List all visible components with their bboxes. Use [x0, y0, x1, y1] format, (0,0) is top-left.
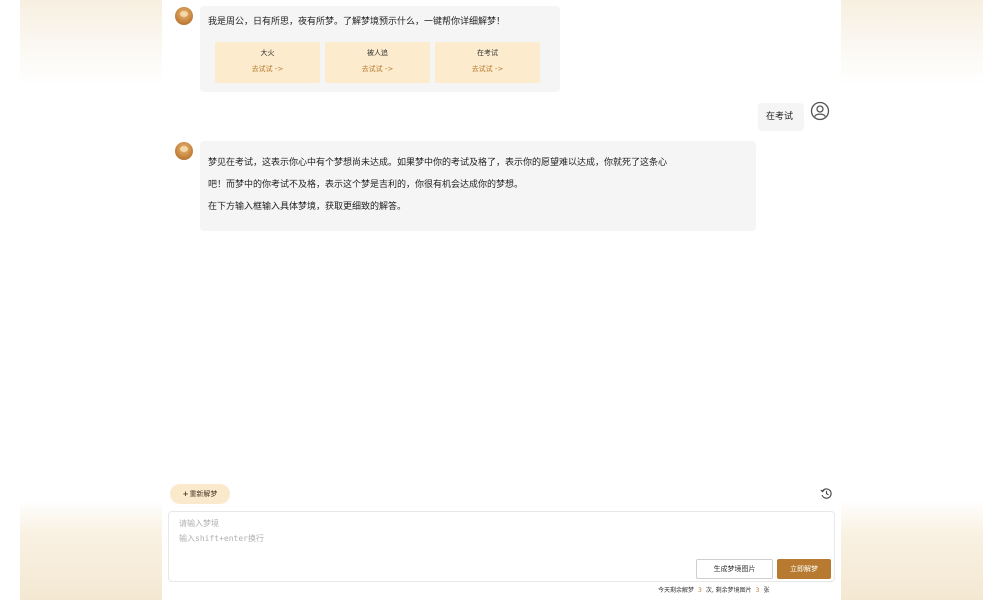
- reply-line: 吧！而梦中的你考试不及格，表示这个梦是吉利的，你很有机会达成你的梦想。: [208, 180, 524, 190]
- suggestion-title: 被人追: [367, 49, 388, 57]
- generate-image-button[interactable]: 生成梦境图片: [696, 559, 773, 579]
- dream-input-box: 生成梦境图片 立即解梦: [168, 511, 835, 582]
- suggestion-try-link: 去试试 ->: [361, 65, 394, 73]
- dream-count: 3: [698, 587, 702, 594]
- suggestion-title: 大火: [260, 49, 275, 57]
- history-icon[interactable]: [820, 487, 833, 500]
- user-message-bubble: 在考试: [758, 103, 804, 131]
- new-dream-label: 重新解梦: [189, 490, 218, 498]
- dream-input[interactable]: [179, 516, 679, 552]
- new-dream-button[interactable]: +重新解梦: [170, 484, 230, 504]
- bot-message-bubble: 我是周公，日有所思，夜有所梦。了解梦境预示什么，一键帮你详细解梦！ 大火 去试试…: [200, 6, 560, 92]
- suggestion-try-link: 去试试 ->: [471, 65, 504, 73]
- left-background-band: [20, 0, 162, 600]
- suggestion-try-link: 去试试 ->: [251, 65, 284, 73]
- bot-reply-bubble: 梦见在考试，这表示你心中有个梦想尚未达成。如果梦中你的考试及格了，表示你的愿望难…: [200, 141, 756, 231]
- user-avatar-icon: [810, 101, 830, 121]
- quota-middle: 次, 剩余梦境图片: [705, 587, 752, 594]
- reply-line: 在下方输入框输入具体梦境，获取更细致的解答。: [208, 202, 407, 212]
- bot-avatar: [175, 142, 193, 160]
- suggestion-chip[interactable]: 在考试 去试试 ->: [435, 42, 540, 83]
- quota-suffix: 张: [763, 587, 770, 594]
- quota-prefix: 今天剩余解梦: [658, 587, 695, 594]
- welcome-text: 我是周公，日有所思，夜有所梦。了解梦境预示什么，一键帮你详细解梦！: [208, 17, 506, 27]
- page: 我是周公，日有所思，夜有所梦。了解梦境预示什么，一键帮你详细解梦！ 大火 去试试…: [0, 0, 1000, 600]
- bot-avatar: [175, 7, 193, 25]
- right-background-band: [841, 0, 983, 600]
- image-count: 3: [755, 587, 760, 594]
- suggestion-title: 在考试: [477, 49, 498, 57]
- suggestion-chip[interactable]: 大火 去试试 ->: [215, 42, 320, 83]
- plus-icon: +: [182, 490, 189, 498]
- reply-line: 梦见在考试，这表示你心中有个梦想尚未达成。如果梦中你的考试及格了，表示你的愿望难…: [208, 158, 668, 168]
- quota-status: 今天剩余解梦 3 次, 剩余梦境图片 3 张: [658, 586, 770, 596]
- user-message-text: 在考试: [766, 112, 794, 122]
- suggestion-chip[interactable]: 被人追 去试试 ->: [325, 42, 430, 83]
- interpret-dream-button[interactable]: 立即解梦: [777, 559, 831, 579]
